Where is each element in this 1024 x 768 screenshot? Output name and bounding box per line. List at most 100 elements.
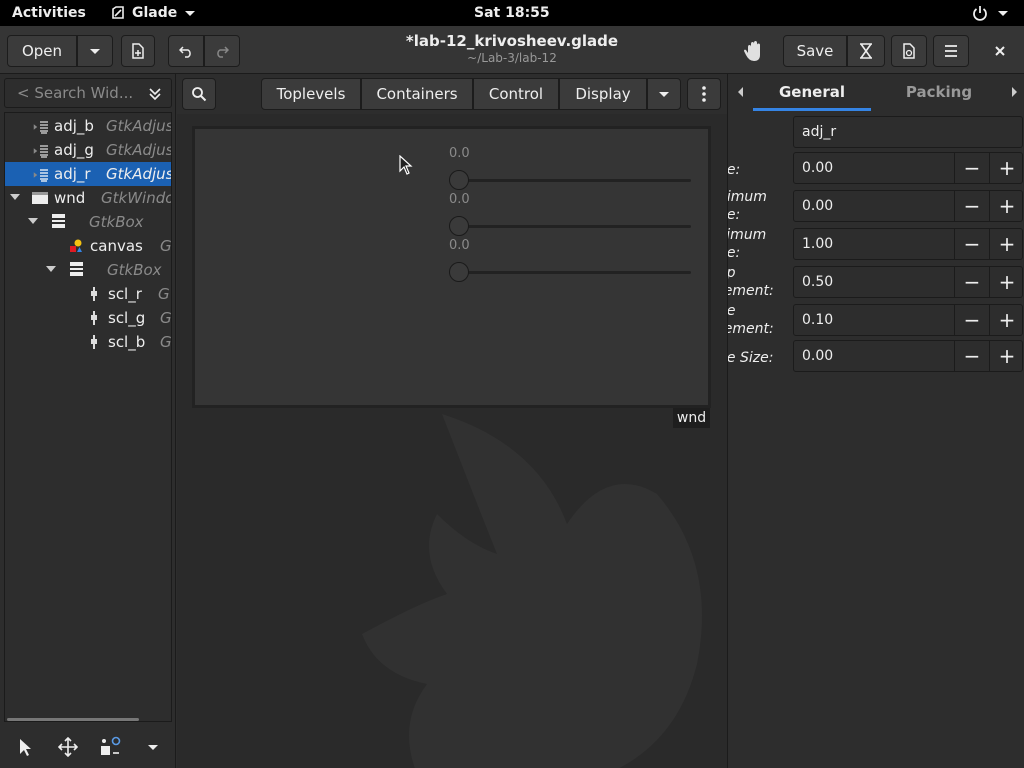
save-as-button[interactable] xyxy=(847,35,885,67)
search-options-icon[interactable] xyxy=(147,85,163,101)
more-tools-chevron-icon[interactable] xyxy=(148,745,158,750)
prop-label: ue: xyxy=(728,162,741,178)
plus-icon[interactable]: + xyxy=(989,191,1024,221)
plus-icon[interactable]: + xyxy=(989,341,1024,371)
undo-button[interactable] xyxy=(168,35,204,67)
expander-icon[interactable] xyxy=(33,148,38,154)
new-file-button[interactable] xyxy=(121,35,155,67)
tree-item-name: adj_r xyxy=(54,165,91,183)
tabs-scroll-right-icon[interactable] xyxy=(1012,87,1017,97)
tree-row-gtkbox-1[interactable]: GtkBox xyxy=(5,210,171,234)
tree-row-scl-g[interactable]: scl_g G xyxy=(5,306,171,330)
upper-spin[interactable]: 1.00 − + xyxy=(793,228,1023,260)
value-spin[interactable]: 0.00 − + xyxy=(793,152,1023,184)
tree-row-adj-r[interactable]: adj_r GtkAdjus xyxy=(5,162,171,186)
tree-horizontal-scrollbar[interactable] xyxy=(7,718,139,721)
minus-icon[interactable]: − xyxy=(954,341,989,371)
widget-search-input[interactable]: < Search Wid... xyxy=(4,78,172,108)
spin-value: 1.00 xyxy=(802,236,834,252)
prop-label: nimumue: xyxy=(728,189,767,223)
plus-icon[interactable]: + xyxy=(989,305,1024,335)
widget-tree[interactable]: adj_b GtkAdjus adj_g GtkAdjus adj_r GtkA… xyxy=(4,112,172,722)
scale-knob[interactable] xyxy=(449,170,469,190)
name-field[interactable]: adj_r xyxy=(793,116,1023,148)
tree-item-type: GtkAdjus xyxy=(106,141,172,159)
tree-item-name: scl_b xyxy=(108,333,146,351)
expander-icon[interactable] xyxy=(33,172,38,178)
scale-track[interactable] xyxy=(449,225,691,228)
palette-more-dropdown[interactable] xyxy=(647,78,681,110)
tree-row-canvas[interactable]: canvas G xyxy=(5,234,171,258)
palette-tab-control[interactable]: Control xyxy=(473,78,559,110)
palette-search-button[interactable] xyxy=(182,78,216,110)
tree-row-scl-b[interactable]: scl_b G xyxy=(5,330,171,354)
active-tab-underline xyxy=(753,108,871,111)
chevron-down-icon xyxy=(90,48,100,54)
minus-icon[interactable]: − xyxy=(954,191,989,221)
chevron-down-icon xyxy=(659,91,669,97)
search-placeholder: < Search Wid... xyxy=(17,84,134,102)
pointer-icon xyxy=(20,739,31,756)
scale-knob[interactable] xyxy=(449,216,469,236)
palette-menu-button[interactable] xyxy=(687,78,721,110)
save-button[interactable]: Save xyxy=(783,35,847,67)
expander-open-icon[interactable] xyxy=(10,194,20,200)
tab-general[interactable]: General xyxy=(753,74,871,110)
scale-track[interactable] xyxy=(449,271,691,274)
tree-item-name: adj_b xyxy=(54,117,94,135)
designed-window-wnd[interactable]: 0.0 0.0 0.0 xyxy=(192,126,711,408)
palette-tab-display[interactable]: Display xyxy=(559,78,647,110)
save-as-icon xyxy=(860,43,872,59)
palette-tab-toplevels[interactable]: Toplevels xyxy=(261,78,361,110)
tree-row-adj-b[interactable]: adj_b GtkAdjus xyxy=(5,114,171,138)
close-button[interactable] xyxy=(986,43,1014,59)
expander-open-icon[interactable] xyxy=(28,218,38,224)
open-button[interactable]: Open xyxy=(7,35,77,67)
plus-icon[interactable]: + xyxy=(989,153,1024,183)
tree-row-adj-g[interactable]: adj_g GtkAdjus xyxy=(5,138,171,162)
tab-label: General xyxy=(779,83,845,101)
scale-scl-g[interactable]: 0.0 xyxy=(449,192,691,236)
scale-scl-r[interactable]: 0.0 xyxy=(449,146,691,190)
tree-row-gtkbox-2[interactable]: GtkBox xyxy=(5,258,171,282)
inspector-hand-icon[interactable] xyxy=(742,39,766,63)
minus-icon[interactable]: − xyxy=(954,305,989,335)
minus-icon[interactable]: − xyxy=(954,267,989,297)
drag-resize-tool-button[interactable] xyxy=(57,736,79,758)
tree-item-type: G xyxy=(158,285,170,303)
scale-scl-b[interactable]: 0.0 xyxy=(449,238,691,282)
expander-open-icon[interactable] xyxy=(46,266,56,272)
activities-button[interactable]: Activities xyxy=(12,5,86,21)
document-preview-icon xyxy=(903,43,915,59)
select-tool-button[interactable] xyxy=(16,737,36,757)
system-menu-arrow-icon[interactable] xyxy=(998,11,1008,16)
minus-icon[interactable]: − xyxy=(954,153,989,183)
plus-icon[interactable]: + xyxy=(989,229,1024,259)
page-increment-spin[interactable]: 0.10 − + xyxy=(793,304,1023,336)
tabs-scroll-left-icon[interactable] xyxy=(738,87,743,97)
scale-knob[interactable] xyxy=(449,262,469,282)
recent-files-dropdown[interactable] xyxy=(77,35,113,67)
tree-row-scl-r[interactable]: scl_r G xyxy=(5,282,171,306)
app-menu[interactable]: Glade xyxy=(132,5,177,21)
scale-track[interactable] xyxy=(449,179,691,182)
tree-item-name: canvas xyxy=(90,237,143,255)
preview-button[interactable] xyxy=(891,35,927,67)
tree-row-wnd[interactable]: wnd GtkWindo xyxy=(5,186,171,210)
tab-packing[interactable]: Packing xyxy=(878,74,1000,110)
minus-icon[interactable]: − xyxy=(954,229,989,259)
prop-row-step-increment: eprement: 0.50 − + xyxy=(728,264,1024,300)
tree-item-type: G xyxy=(160,333,172,351)
main-menu-button[interactable] xyxy=(933,35,969,67)
lower-spin[interactable]: 0.00 − + xyxy=(793,190,1023,222)
redo-button[interactable] xyxy=(204,35,240,67)
power-icon[interactable] xyxy=(972,5,988,21)
clock[interactable]: Sat 18:55 xyxy=(474,5,550,21)
plus-icon[interactable]: + xyxy=(989,267,1024,297)
expander-icon[interactable] xyxy=(33,124,38,130)
margin-edit-tool-button[interactable] xyxy=(99,736,121,758)
step-increment-spin[interactable]: 0.50 − + xyxy=(793,266,1023,298)
palette-tab-containers[interactable]: Containers xyxy=(361,78,473,110)
page-size-spin[interactable]: 0.00 − + xyxy=(793,340,1023,372)
tree-item-type: GtkWindo xyxy=(101,189,172,207)
